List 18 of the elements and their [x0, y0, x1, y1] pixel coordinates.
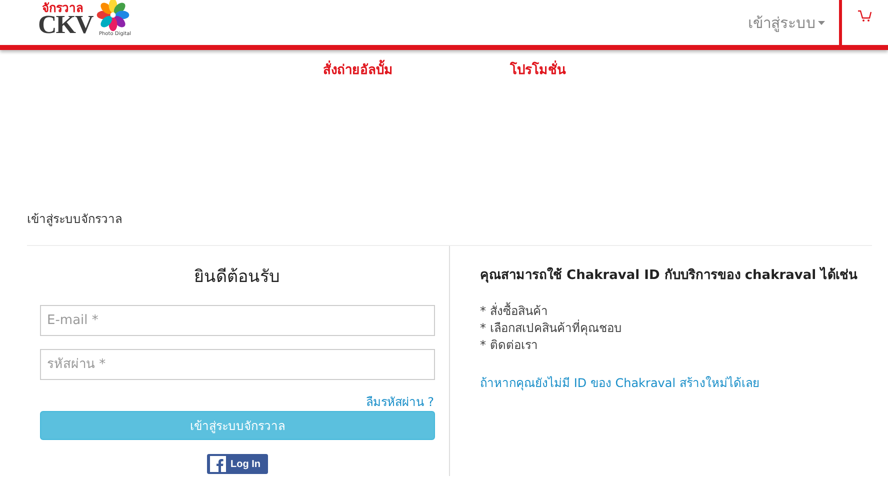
feature-item: * สั่งซื้อสินค้า — [480, 303, 549, 320]
welcome-title: ยินดีต้อนรับ — [193, 266, 281, 289]
email-field[interactable]: E-mail * — [40, 305, 435, 336]
facebook-login-button[interactable]: Log In — [206, 454, 268, 474]
feature-item: * ติดต่อเรา — [480, 337, 539, 354]
forgot-password-link[interactable]: ลืมรหัสผ่าน ? — [366, 392, 434, 411]
cart-icon[interactable] — [858, 10, 872, 22]
breadcrumb: เข้าสู่ระบบจักรวาล — [27, 211, 123, 228]
password-field[interactable]: รหัสผ่าน * — [40, 349, 435, 380]
caret-icon — [818, 20, 825, 24]
nav-link[interactable]: สั่งถ่ายอัลบั้ม — [323, 59, 393, 77]
feature-item: * เลือกสเปคสินค้าที่คุณชอบ — [480, 320, 623, 337]
nav-link[interactable]: โปรโมชั่น — [510, 59, 566, 77]
facebook-icon — [210, 456, 226, 472]
info-heading: คุณสามารถใช้ Chakraval ID กับบริการของ chakraval ได้เช่น — [480, 266, 858, 285]
signup-link[interactable]: ถ้าหากคุณยังไม่มี ID ของ Chakraval สร้างใหม่ได้เลย — [480, 376, 760, 390]
login-menu[interactable]: เข้าสู่ระบบ — [734, 0, 839, 45]
flower-icon — [96, 0, 130, 32]
